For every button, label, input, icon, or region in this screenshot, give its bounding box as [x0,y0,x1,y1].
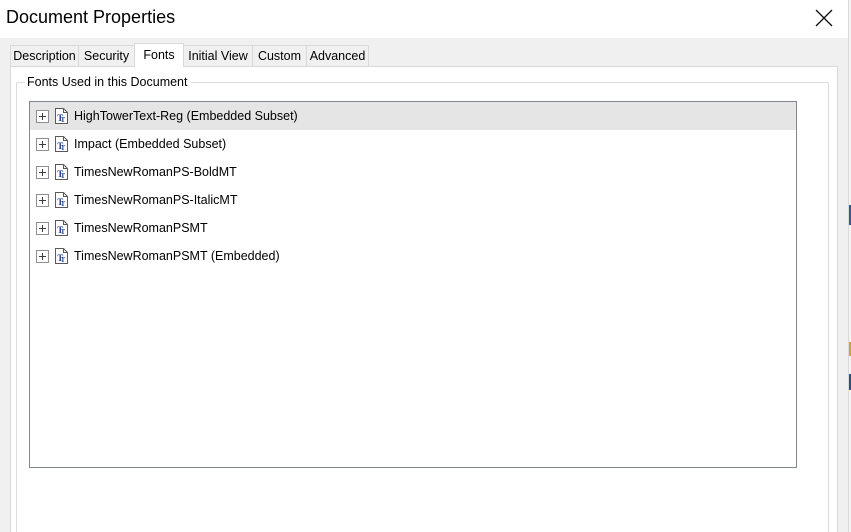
font-name-label: TimesNewRomanPS-BoldMT [74,165,237,179]
font-tree-item[interactable]: T T TimesNewRomanPSMT [30,214,796,242]
plus-box-icon[interactable] [36,166,49,179]
font-name-label: HighTowerText-Reg (Embedded Subset) [74,109,298,123]
font-name-label: TimesNewRomanPSMT (Embedded) [74,249,280,263]
document-properties-dialog: Document Properties Description Security… [0,0,848,532]
plus-box-icon[interactable] [36,138,49,151]
dialog-body: Description Security Fonts Initial View … [0,38,848,532]
font-name-label: TimesNewRomanPS-ItalicMT [74,193,238,207]
tab-security[interactable]: Security [78,45,135,66]
font-tree-item[interactable]: T T Impact (Embedded Subset) [30,130,796,158]
font-tree-item[interactable]: T T TimesNewRomanPS-BoldMT [30,158,796,186]
tab-label: Security [83,49,130,63]
svg-text:T: T [61,200,66,208]
fonts-tab-panel: Fonts Used in this Document T T HighTowe… [10,66,838,532]
font-file-icon: T T [55,192,68,208]
tab-advanced[interactable]: Advanced [306,45,369,66]
svg-text:T: T [61,228,66,236]
fonts-group-box: Fonts Used in this Document T T HighTowe… [16,74,829,532]
tab-label: Description [13,49,76,63]
plus-box-icon[interactable] [36,222,49,235]
tab-custom[interactable]: Custom [252,45,307,66]
svg-text:T: T [61,116,66,124]
svg-text:T: T [61,144,66,152]
plus-box-icon[interactable] [36,110,49,123]
font-file-icon: T T [55,108,68,124]
tab-initial-view[interactable]: Initial View [183,45,253,66]
tab-label: Custom [257,49,302,63]
title-bar: Document Properties [0,0,848,38]
font-file-icon: T T [55,220,68,236]
font-file-icon: T T [55,248,68,264]
tab-description[interactable]: Description [10,45,79,66]
svg-text:T: T [61,256,66,264]
tab-label: Initial View [188,49,248,63]
tab-label: Advanced [309,49,366,63]
fonts-tree[interactable]: T T HighTowerText-Reg (Embedded Subset) [29,101,797,468]
font-name-label: Impact (Embedded Subset) [74,137,227,151]
tab-label: Fonts [143,48,175,62]
font-tree-item[interactable]: T T HighTowerText-Reg (Embedded Subset) [30,102,796,130]
group-label: Fonts Used in this Document [25,74,191,90]
plus-box-icon[interactable] [36,194,49,207]
font-file-icon: T T [55,164,68,180]
close-button[interactable] [803,2,845,34]
font-file-icon: T T [55,136,68,152]
close-icon [815,9,833,27]
dialog-title: Document Properties [6,7,176,27]
font-tree-item[interactable]: T T TimesNewRomanPSMT (Embedded) [30,242,796,270]
font-tree-item[interactable]: T T TimesNewRomanPS-ItalicMT [30,186,796,214]
tab-fonts[interactable]: Fonts [134,43,184,67]
svg-text:T: T [61,172,66,180]
plus-box-icon[interactable] [36,250,49,263]
font-name-label: TimesNewRomanPSMT [74,221,208,235]
